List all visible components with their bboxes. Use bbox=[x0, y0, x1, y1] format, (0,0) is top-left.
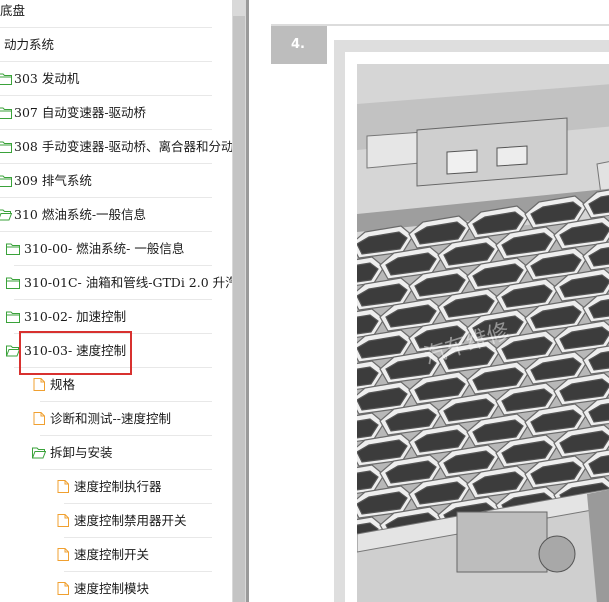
content-pane: 汽车维修 4. bbox=[249, 0, 609, 602]
document-icon bbox=[33, 412, 45, 425]
tree-item[interactable]: 307 自动变速器-驱动桥 bbox=[0, 96, 232, 130]
step-number-badge: 4. bbox=[271, 26, 327, 64]
folder-icon bbox=[0, 107, 12, 119]
tree-item[interactable]: 310-02- 加速控制 bbox=[0, 300, 232, 334]
scrollbar-thumb[interactable] bbox=[233, 16, 245, 602]
tree-item[interactable]: 310-01C- 油箱和管线-GTDi 2.0 升汽油 bbox=[0, 266, 232, 300]
document-icon bbox=[57, 514, 69, 527]
folder-icon bbox=[6, 311, 20, 323]
folder-open-icon bbox=[6, 345, 20, 357]
selection-highlight bbox=[19, 331, 132, 375]
tree-item-label: 308 手动变速器-驱动桥、离合器和分动 bbox=[14, 139, 232, 154]
folder-open-icon bbox=[0, 209, 12, 221]
folder-icon bbox=[6, 243, 20, 255]
tree-item[interactable]: 拆卸与安装 bbox=[0, 436, 232, 470]
tree-item-label: 303 发动机 bbox=[14, 71, 80, 86]
folder-icon bbox=[0, 141, 12, 153]
tree-item[interactable]: 309 排气系统 bbox=[0, 164, 232, 198]
tree-item[interactable]: 诊断和测试--速度控制 bbox=[0, 402, 232, 436]
document-icon bbox=[57, 480, 69, 493]
tree-item-label: 310 燃油系统-一般信息 bbox=[14, 207, 147, 222]
tree-item[interactable]: 310-00- 燃油系统- 一般信息 bbox=[0, 232, 232, 266]
tree-item[interactable]: 303 发动机 bbox=[0, 62, 232, 96]
navigation-tree: 底盘动力系统 303 发动机 307 自动变速器-驱动桥 308 手动变速器-驱动桥、… bbox=[0, 0, 232, 602]
tree-item-label: 310-02- 加速控制 bbox=[24, 309, 127, 324]
document-icon bbox=[57, 582, 69, 595]
tree-item[interactable]: 速度控制模块 bbox=[0, 572, 232, 602]
tree-item-label: 310-00- 燃油系统- 一般信息 bbox=[24, 241, 185, 256]
tree-item-label: 动力系统 bbox=[4, 37, 55, 52]
tree-item[interactable]: 速度控制开关 bbox=[0, 538, 232, 572]
tree-item-label: 310-01C- 油箱和管线-GTDi 2.0 升汽油 bbox=[24, 275, 232, 290]
tree-item[interactable]: 308 手动变速器-驱动桥、离合器和分动 bbox=[0, 130, 232, 164]
document-icon bbox=[33, 378, 45, 391]
tree-item-label: 速度控制开关 bbox=[74, 547, 150, 562]
folder-open-icon bbox=[32, 447, 46, 459]
tree-item-label: 诊断和测试--速度控制 bbox=[50, 411, 171, 426]
tree-item[interactable]: 动力系统 bbox=[0, 28, 232, 62]
tree-item-label: 拆卸与安装 bbox=[50, 445, 113, 460]
tree-item-label: 速度控制禁用器开关 bbox=[74, 513, 187, 528]
folder-icon bbox=[0, 175, 12, 187]
grille-mesh-illustration: 汽车维修 bbox=[357, 64, 609, 602]
tree-item[interactable]: 底盘 bbox=[0, 0, 232, 28]
tree-item-label: 307 自动变速器-驱动桥 bbox=[14, 105, 147, 120]
document-icon bbox=[57, 548, 69, 561]
tree-item-label: 速度控制模块 bbox=[74, 581, 150, 596]
folder-icon bbox=[6, 277, 20, 289]
tree-item-label: 309 排气系统 bbox=[14, 173, 92, 188]
tree-item[interactable]: 速度控制执行器 bbox=[0, 470, 232, 504]
tree-item-label: 底盘 bbox=[0, 3, 26, 18]
folder-icon bbox=[0, 73, 12, 85]
tree-item-label: 速度控制执行器 bbox=[74, 479, 162, 494]
tree-item[interactable]: 310 燃油系统-一般信息 bbox=[0, 198, 232, 232]
tree-item[interactable]: 速度控制禁用器开关 bbox=[0, 504, 232, 538]
